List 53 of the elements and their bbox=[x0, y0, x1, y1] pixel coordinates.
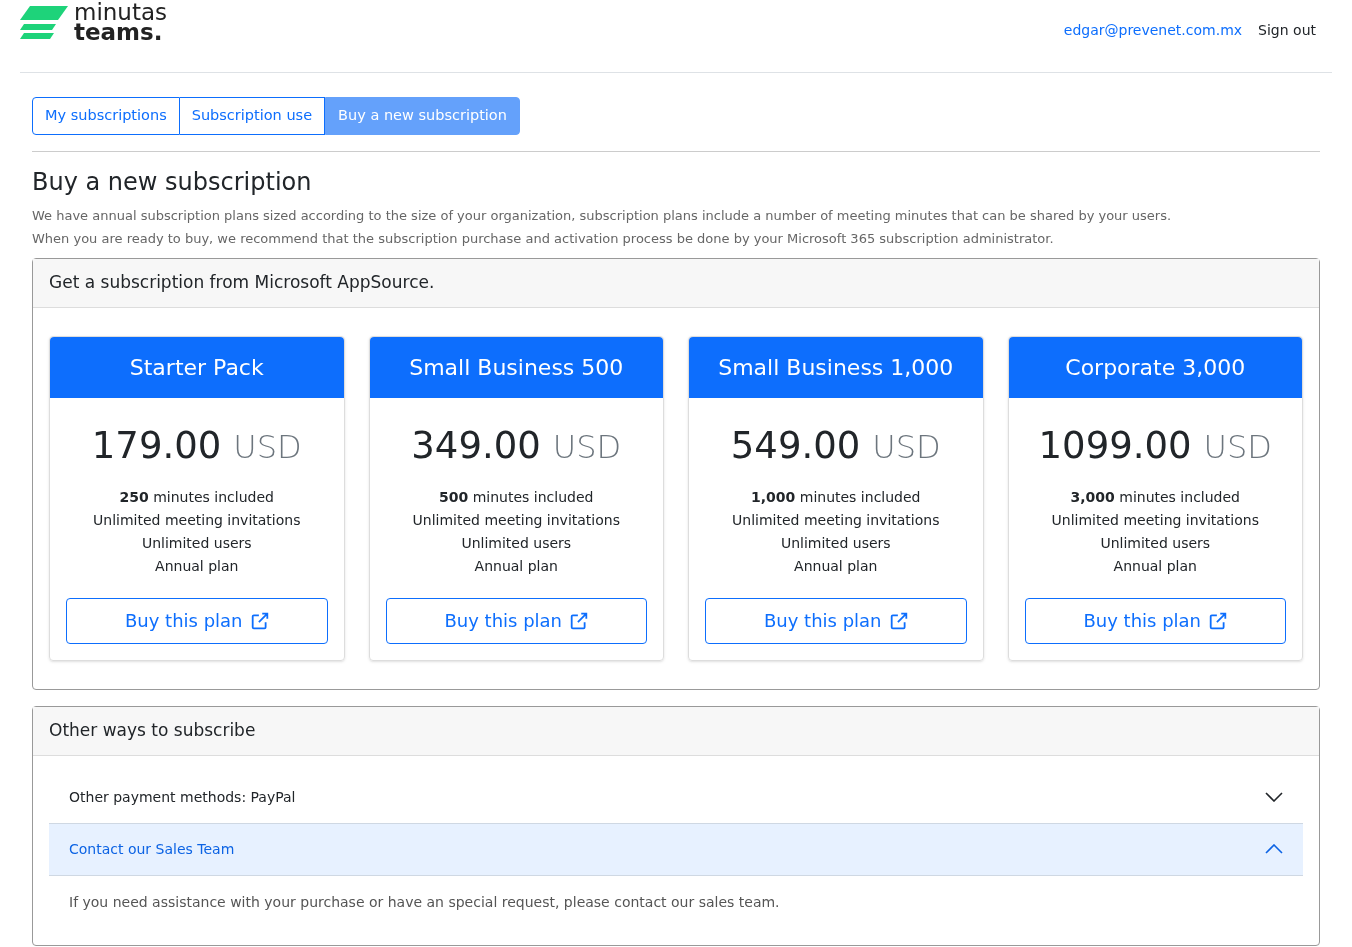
plan-feature: 3,000 minutes included bbox=[1070, 487, 1240, 507]
plan-feature: Unlimited meeting invitations bbox=[732, 510, 940, 530]
plan-feature: 500 minutes included bbox=[439, 487, 594, 507]
plan-feature: Annual plan bbox=[1113, 556, 1197, 576]
logo-text: minutas bbox=[74, 2, 168, 22]
buy-plan-button[interactable]: Buy this plan bbox=[385, 597, 647, 644]
card-header: Other ways to subscribe bbox=[33, 706, 1319, 756]
plan-title: Small Business 1,000 bbox=[689, 337, 983, 398]
plan-feature: Unlimited meeting invitations bbox=[412, 510, 620, 530]
chevron-up-icon bbox=[1265, 844, 1283, 854]
plan-title: Small Business 500 bbox=[369, 337, 663, 398]
plan-price: 1099.00 bbox=[1038, 423, 1192, 469]
plan-feature: Unlimited meeting invitations bbox=[93, 510, 301, 530]
logo-icon bbox=[20, 4, 70, 40]
external-link-icon bbox=[570, 611, 589, 630]
plan-title: Starter Pack bbox=[50, 337, 344, 398]
currency-label: USD bbox=[552, 427, 622, 468]
plan-price: 179.00 bbox=[91, 423, 222, 469]
description-text: We have annual subscription plans sized according to the size of your organization, subscription plans include a number of meeting minutes that can be shared by your users. bbox=[32, 207, 1173, 225]
plan-feature: Unlimited users bbox=[461, 533, 572, 553]
currency-label: USD bbox=[233, 427, 302, 468]
tab[interactable]: My subscriptions bbox=[32, 97, 180, 135]
accordion-body-text: If you need assistance with your purchase or have an special request, please contact our sales team. bbox=[68, 892, 781, 912]
external-link-icon bbox=[889, 611, 908, 630]
plan-feature: Annual plan bbox=[155, 556, 239, 576]
plan-feature: Annual plan bbox=[474, 556, 558, 576]
page-title: Buy a new subscription bbox=[32, 167, 313, 198]
accordion-header[interactable]: Contact our Sales Team bbox=[49, 823, 1303, 876]
buy-plan-button[interactable]: Buy this plan bbox=[1024, 597, 1286, 644]
tab[interactable]: Buy a new subscription bbox=[325, 97, 520, 135]
currency-label: USD bbox=[1203, 427, 1272, 468]
plan-feature: 1,000 minutes included bbox=[751, 487, 921, 507]
chevron-down-icon bbox=[1265, 792, 1283, 802]
plan-feature: Unlimited users bbox=[1100, 533, 1211, 553]
card-header: Get a subscription from Microsoft AppSource. bbox=[33, 259, 1319, 308]
buy-plan-button[interactable]: Buy this plan bbox=[705, 597, 967, 644]
plan-feature: Annual plan bbox=[794, 556, 878, 576]
plan-feature: Unlimited users bbox=[141, 533, 252, 553]
plan-price: 349.00 bbox=[411, 423, 541, 469]
sign-out-link[interactable]: Sign out bbox=[1258, 19, 1316, 41]
plan-feature: Unlimited users bbox=[780, 533, 891, 553]
external-link-icon bbox=[1209, 611, 1228, 630]
logo-text: teams. bbox=[74, 22, 163, 42]
plan-price: 549.00 bbox=[730, 423, 861, 469]
plan-title: Corporate 3,000 bbox=[1008, 337, 1302, 398]
plan-feature: Unlimited meeting invitations bbox=[1051, 510, 1259, 530]
user-email-link[interactable]: edgar@prevenet.com.mx bbox=[1063, 19, 1243, 41]
currency-label: USD bbox=[872, 427, 941, 468]
plan-feature: 250 minutes included bbox=[119, 487, 274, 507]
tab[interactable]: Subscription use bbox=[179, 97, 326, 135]
external-link-icon bbox=[250, 611, 269, 630]
description-text: When you are ready to buy, we recommend that the subscription purchase and activation process be done by your Microsoft 365 subscription administrator. bbox=[32, 230, 1055, 248]
buy-plan-button[interactable]: Buy this plan bbox=[66, 597, 328, 644]
